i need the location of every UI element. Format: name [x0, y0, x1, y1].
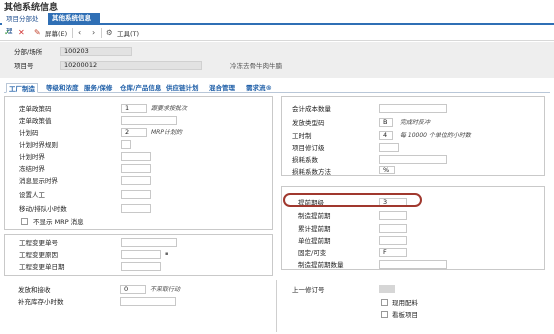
- planning-fence-rule-label: 计划时界规则: [19, 141, 58, 149]
- gear-icon[interactable]: ⚙: [106, 28, 113, 38]
- ecn-date-field[interactable]: [121, 262, 161, 271]
- cancel-x-icon[interactable]: ✕: [18, 28, 25, 38]
- work-hours-desc: 每 10000 个单位的小时数: [400, 132, 471, 139]
- ecn-number-field[interactable]: [121, 238, 177, 247]
- branch-field[interactable]: 100203: [60, 47, 132, 56]
- top-tab-bar: 项目分部处理 其他系统信息: [0, 13, 554, 35]
- mfg-leadtime-field[interactable]: [379, 211, 407, 220]
- mfg-leadtime-qty-field[interactable]: [379, 260, 447, 269]
- toolbar: ✓ ✕ ✎ 屏幕(E) ‹ › ⚙ 工具(T): [0, 25, 554, 41]
- tab-demand-flow[interactable]: 需求流®: [246, 83, 272, 93]
- mfg-leadtime-label: 制造提前期: [298, 212, 331, 220]
- planning-code-field[interactable]: 2: [121, 128, 147, 137]
- tab-supply-chain-planning[interactable]: 供应链计划: [166, 83, 199, 93]
- freeze-fence-field[interactable]: [121, 164, 151, 173]
- move-queue-hours-field[interactable]: [121, 204, 151, 213]
- detail-tab-bar: 工厂制造 等级和浓度 服务/保修 仓库/产品信息 供应链计划 混合管理 需求流®: [4, 83, 550, 93]
- window-title: 其他系统信息: [4, 3, 59, 13]
- move-queue-hours-label: 移动/排队小时数: [19, 205, 67, 213]
- kanban-item-label: 看板项目: [392, 311, 418, 319]
- issue-type-code-field[interactable]: B: [379, 118, 393, 127]
- replenish-hours-label: 补充库存小时数: [18, 298, 64, 306]
- fixed-variable-label: 固定/可变: [298, 249, 327, 257]
- section-divider: [276, 280, 277, 332]
- planning-code-desc: MRP计划的: [151, 129, 182, 136]
- mfg-leadtime-qty-label: 制造提前期数量: [298, 261, 344, 269]
- freeze-fence-label: 冻结时界: [19, 165, 45, 173]
- toolbar-divider: [101, 28, 102, 38]
- existing-config-label: 现用配料: [392, 299, 418, 307]
- tab-other-system-info[interactable]: 其他系统信息: [48, 13, 100, 23]
- tab-blend-management[interactable]: 混合管理: [209, 83, 235, 93]
- screen-menu-icon[interactable]: ✎: [34, 28, 41, 38]
- planning-fence-rule-field[interactable]: [121, 140, 131, 149]
- item-description: 冷冻去骨牛肉牛腩: [230, 62, 282, 70]
- no-mrp-messages-checkbox[interactable]: [21, 218, 28, 225]
- order-policy-value-label: 定单政策值: [19, 117, 52, 125]
- message-fence-field[interactable]: [121, 176, 151, 185]
- work-hours-field[interactable]: 4: [379, 131, 393, 140]
- next-chevron-icon[interactable]: ›: [92, 28, 95, 38]
- tools-menu-button[interactable]: 工具(T): [117, 29, 139, 39]
- last-revision-field: [379, 285, 395, 293]
- toolbar-divider: [72, 28, 73, 38]
- last-revision-label: 上一修订号: [292, 286, 325, 294]
- setup-labor-label: 设置人工: [19, 191, 45, 199]
- fixed-variable-field[interactable]: F: [379, 248, 407, 257]
- planning-fence-field[interactable]: [121, 152, 151, 161]
- issue-type-code-desc: 完成时反冲: [400, 119, 431, 126]
- acc-cost-qty-label: 会计成本数量: [292, 105, 331, 113]
- previous-chevron-icon[interactable]: ‹: [78, 28, 81, 38]
- ecn-number-label: 工程变更单号: [19, 239, 58, 247]
- ecn-reason-field[interactable]: [121, 250, 161, 259]
- tab-warehouse-product[interactable]: 仓库/产品信息: [120, 83, 161, 93]
- order-policy-code-field[interactable]: 1: [121, 104, 147, 113]
- ecn-reason-lookup-icon[interactable]: ▪: [165, 252, 170, 257]
- engineering-change-panel: 工程变更单号 工程变更原因 ▪ 工程变更单日期: [4, 234, 273, 276]
- issue-type-code-label: 发放类型码: [292, 119, 325, 127]
- ecn-reason-label: 工程变更原因: [19, 251, 58, 259]
- order-policy-code-desc: 跟要求按批次: [151, 105, 188, 112]
- planning-panel: 定单政策码 1 跟要求按批次 定单政策值 计划码 2 MRP计划的 计划时界规则…: [4, 96, 273, 230]
- item-revision-field[interactable]: [379, 143, 399, 152]
- issue-receipt-label: 发放和接收: [18, 286, 51, 294]
- setup-labor-field[interactable]: [121, 190, 151, 199]
- scrap-factor-field[interactable]: [379, 155, 447, 164]
- cum-leadtime-field[interactable]: [379, 224, 407, 233]
- screen-menu-button[interactable]: 屏幕(E): [45, 29, 67, 39]
- ok-check-icon[interactable]: ✓: [4, 28, 11, 38]
- order-policy-value-field[interactable]: [121, 116, 177, 125]
- order-policy-code-label: 定单政策码: [19, 105, 52, 113]
- unit-leadtime-label: 单位提前期: [298, 237, 331, 245]
- scrap-method-label: 损耗系数方法: [292, 168, 331, 176]
- planning-code-label: 计划码: [19, 129, 39, 137]
- issue-receipt-desc: 不采取行动: [150, 286, 181, 293]
- cum-leadtime-label: 累计提前期: [298, 225, 331, 233]
- item-number-field[interactable]: 10200012: [60, 61, 202, 70]
- message-fence-label: 消息显示时界: [19, 177, 58, 185]
- existing-config-checkbox[interactable]: [381, 299, 388, 306]
- scrap-factor-label: 损耗系数: [292, 156, 318, 164]
- kanban-item-checkbox[interactable]: [381, 311, 388, 318]
- item-header: 分部/场所 100203 项目号 10200012 冷冻去骨牛肉牛腩: [0, 42, 554, 78]
- tab-plant-manufacturing[interactable]: 工厂制造: [6, 83, 38, 93]
- highlight-ellipse: [283, 193, 422, 207]
- tab-grade-potency[interactable]: 等级和浓度: [46, 83, 79, 93]
- work-hours-label: 工时制: [292, 132, 312, 140]
- ecn-date-label: 工程变更单日期: [19, 263, 65, 271]
- no-mrp-messages-label: 不显示 MRP 消息: [33, 218, 84, 226]
- planning-fence-label: 计划时界: [19, 153, 45, 161]
- tab-service-warranty[interactable]: 服务/保修: [84, 83, 112, 93]
- branch-label: 分部/场所: [14, 48, 43, 56]
- acc-cost-qty-field[interactable]: [379, 104, 447, 113]
- unit-leadtime-field[interactable]: [379, 236, 407, 245]
- replenish-hours-field[interactable]: [120, 297, 176, 306]
- item-number-label: 项目号: [14, 62, 34, 70]
- item-revision-label: 项目修订级: [292, 144, 325, 152]
- cost-panel: 会计成本数量 发放类型码 B 完成时反冲 工时制 4 每 10000 个单位的小…: [281, 96, 545, 176]
- issue-receipt-field[interactable]: 0: [120, 285, 146, 294]
- scrap-method-field[interactable]: %: [379, 166, 395, 174]
- tab-item-branch-processing[interactable]: 项目分部处理: [2, 13, 48, 35]
